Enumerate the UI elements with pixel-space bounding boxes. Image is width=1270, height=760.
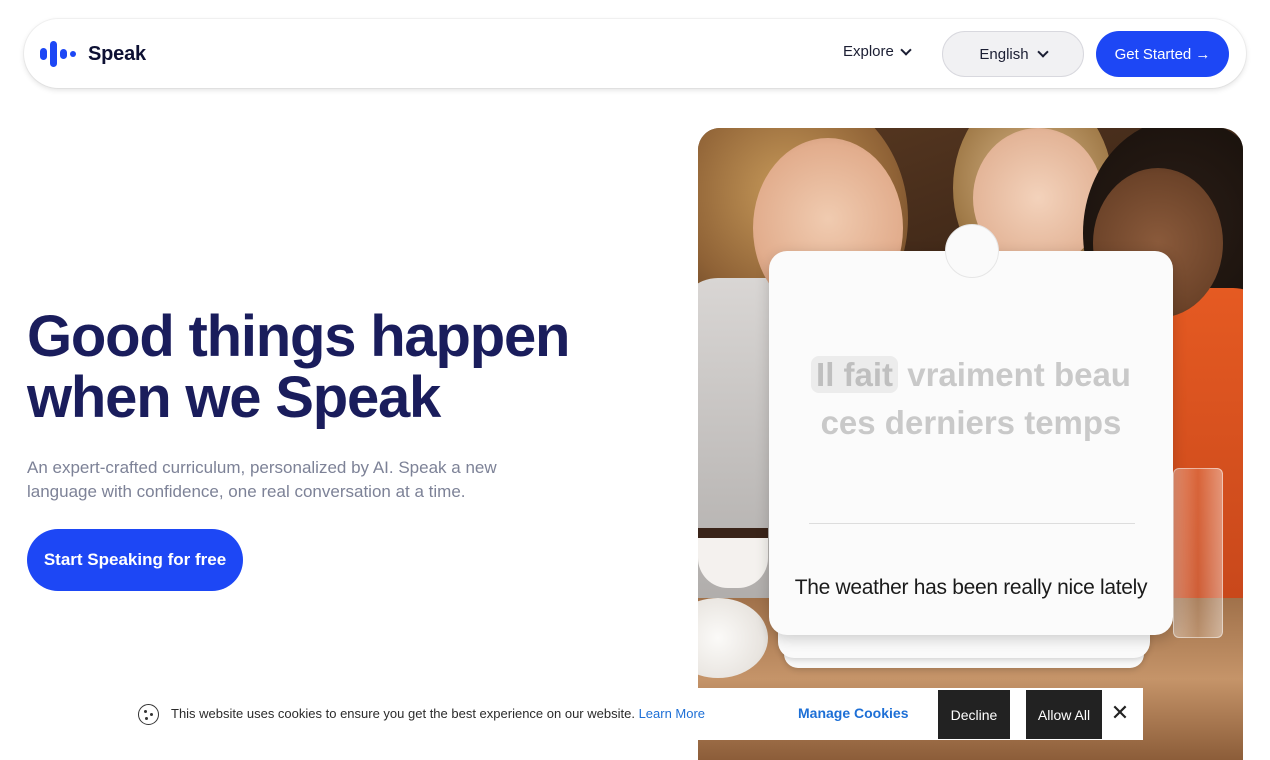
hero-title: Good things happen when we Speak bbox=[27, 306, 647, 428]
allow-all-label: Allow All bbox=[1037, 706, 1091, 723]
french-phrase: Il fait vraiment beau ces derniers temps bbox=[769, 351, 1173, 447]
top-navbar: Speak Explore English Get Started → bbox=[24, 19, 1246, 88]
explore-menu[interactable]: Explore bbox=[843, 43, 912, 60]
french-line1-rest: vraiment beau bbox=[907, 356, 1131, 393]
coffee-cup bbox=[698, 528, 768, 588]
cookie-message-text: This website uses cookies to ensure you … bbox=[171, 706, 635, 721]
translation-card: Il fait vraiment beau ces derniers temps… bbox=[769, 224, 1173, 635]
brand-logo[interactable]: Speak bbox=[40, 41, 146, 67]
cookie-banner: This website uses cookies to ensure you … bbox=[127, 688, 1143, 740]
cookie-icon bbox=[138, 704, 159, 725]
speak-logo-icon bbox=[40, 41, 80, 67]
card-divider bbox=[809, 523, 1135, 524]
start-speaking-label: Start Speaking for free bbox=[43, 550, 227, 569]
language-selector[interactable]: English bbox=[942, 31, 1084, 77]
get-started-label: Get Started → bbox=[1114, 45, 1211, 63]
hero-subtitle: An expert-crafted curriculum, personaliz… bbox=[27, 458, 497, 501]
explore-label: Explore bbox=[843, 43, 894, 60]
french-line2: ces derniers temps bbox=[820, 404, 1122, 441]
get-started-button[interactable]: Get Started → bbox=[1096, 31, 1229, 77]
hero-title-line1: Good things happen bbox=[27, 304, 570, 369]
manage-cookies-link[interactable]: Manage Cookies bbox=[798, 705, 908, 721]
close-icon[interactable]: ✕ bbox=[1109, 701, 1131, 725]
cookie-message: This website uses cookies to ensure you … bbox=[171, 706, 705, 721]
hero-photo: Il fait vraiment beau ces derniers temps… bbox=[698, 128, 1243, 760]
chevron-down-icon bbox=[1036, 46, 1049, 58]
chevron-down-icon bbox=[900, 43, 912, 56]
water-glass bbox=[1173, 468, 1223, 638]
allow-all-button[interactable]: Allow All bbox=[1026, 690, 1102, 739]
hero-title-line2: when we Speak bbox=[27, 365, 441, 430]
decline-button[interactable]: Decline bbox=[938, 690, 1010, 739]
decline-label: Decline bbox=[950, 706, 998, 723]
brand-name: Speak bbox=[88, 42, 146, 65]
language-label: English bbox=[979, 45, 1029, 63]
card-knob bbox=[945, 224, 999, 278]
french-highlight: Il fait bbox=[811, 356, 899, 393]
english-translation: The weather has been really nice lately bbox=[794, 576, 1148, 599]
learn-more-link[interactable]: Learn More bbox=[639, 706, 705, 721]
start-speaking-button[interactable]: Start Speaking for free bbox=[27, 529, 243, 591]
